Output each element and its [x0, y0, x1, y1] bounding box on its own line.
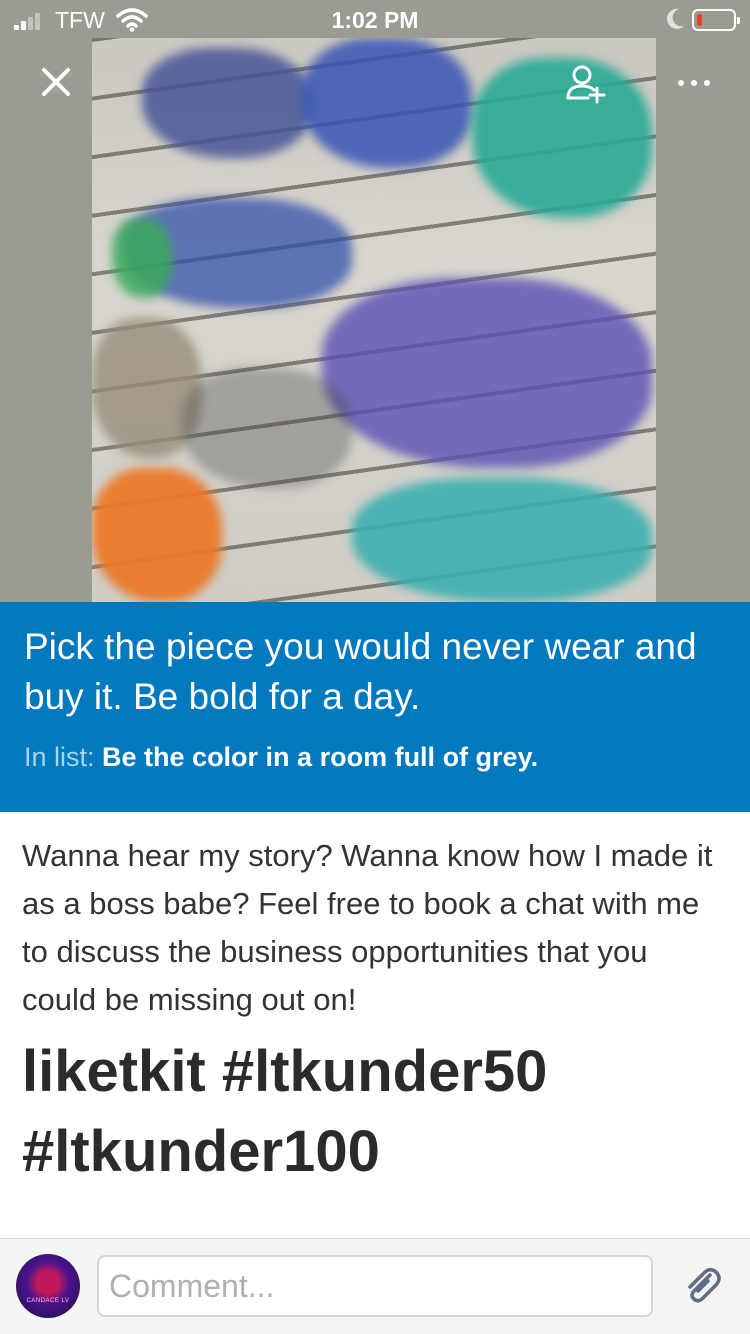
description-text: Wanna hear my story? Wanna know how I ma…	[22, 838, 713, 1017]
avatar-caption: CANDACE LV	[26, 1298, 70, 1304]
battery-icon	[692, 9, 740, 31]
list-label: In list:	[24, 742, 103, 772]
card-cover	[0, 0, 750, 602]
card-description[interactable]: Wanna hear my story? Wanna know how I ma…	[0, 812, 750, 1238]
cover-photo[interactable]	[92, 38, 656, 602]
paperclip-icon	[688, 1268, 721, 1303]
description-heading: liketkit #ltkunder50 #ltkunder100	[22, 1039, 548, 1184]
more-icon	[678, 80, 684, 86]
add-member-icon	[566, 65, 606, 104]
card-header: Pick the piece you would never wear and …	[0, 602, 750, 812]
comment-input[interactable]	[97, 1255, 653, 1317]
status-time: 1:02 PM	[331, 7, 419, 33]
list-info: In list: Be the color in a room full of …	[24, 740, 726, 774]
add-member-button[interactable]	[564, 62, 608, 106]
comment-bar: CANDACE LV	[0, 1238, 750, 1334]
close-button[interactable]	[36, 62, 76, 102]
avatar[interactable]: CANDACE LV	[16, 1254, 80, 1318]
attach-button[interactable]	[680, 1263, 726, 1309]
moon-icon	[664, 6, 686, 38]
card-title[interactable]: Pick the piece you would never wear and …	[24, 622, 726, 722]
close-icon	[42, 68, 70, 96]
more-button[interactable]	[672, 66, 716, 100]
status-bar: TFW 1:02 PM	[0, 0, 750, 40]
list-name[interactable]: Be the color in a room full of grey.	[102, 742, 538, 772]
